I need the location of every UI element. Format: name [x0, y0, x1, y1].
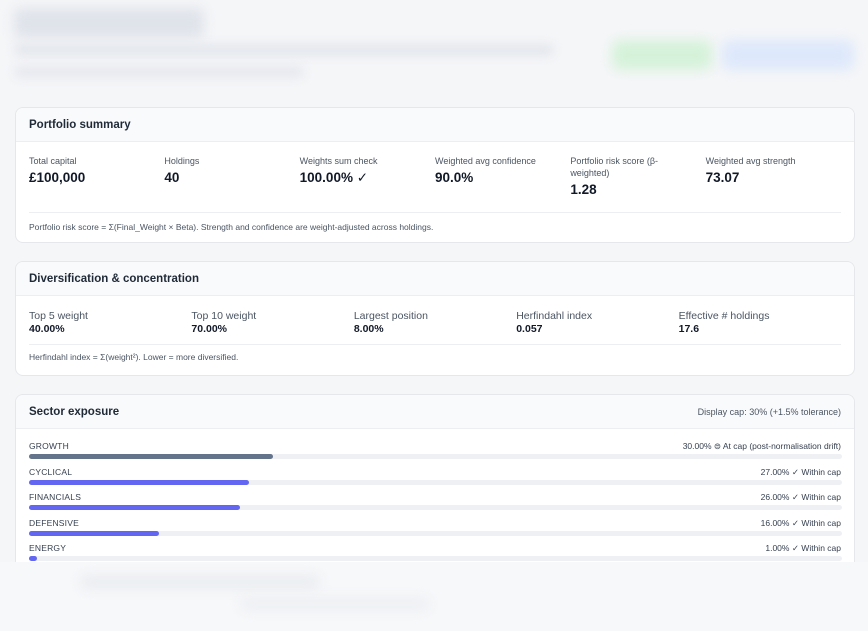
blurred-footer-text	[80, 575, 320, 589]
diversification-stats: Top 5 weight 40.00% Top 10 weight 70.00%…	[16, 296, 854, 344]
stat-holdings: Holdings 40	[164, 155, 299, 212]
stat-label: Weighted avg confidence	[434, 156, 536, 166]
sector-row-header: FINANCIALS 26.00% ✓ Within cap	[29, 492, 841, 503]
stat-value: 40.00%	[29, 323, 65, 335]
stat-label: Top 10 weight	[191, 310, 257, 322]
stat-label: Portfolio risk score (β-weighted)	[570, 156, 659, 178]
stat-weights-sum: Weights sum check 100.00% ✓	[300, 155, 435, 212]
stat-value: 1.28	[570, 182, 597, 197]
card-title: Portfolio summary	[29, 118, 131, 131]
sector-bar-track	[29, 530, 842, 536]
summary-footnote: Portfolio risk score = Σ(Final_Weight × …	[29, 212, 841, 232]
stat-total-capital: Total capital £100,000	[29, 155, 164, 212]
sector-bar-track	[29, 505, 842, 510]
stat-label: Total capital	[29, 156, 77, 166]
stat-value: 40	[164, 170, 180, 185]
sector-row-header: DEFENSIVE 16.00% ✓ Within cap	[29, 518, 841, 529]
stat-effective-holdings: Effective # holdings 17.6	[679, 310, 841, 344]
diversification-card: Diversification & concentration Top 5 we…	[15, 261, 855, 376]
sector-row: DEFENSIVE 16.00% ✓ Within cap	[29, 518, 842, 544]
sector-row-header: CYCLICAL 27.00% ✓ Within cap	[29, 467, 841, 478]
portfolio-summary-header: Portfolio summary	[16, 108, 854, 142]
sector-bar-fill	[29, 454, 273, 459]
sector-bar-track	[29, 556, 842, 561]
stat-label: Largest position	[353, 310, 428, 322]
stat-top5-weight: Top 5 weight 40.00%	[29, 310, 191, 344]
blurred-primary-button[interactable]	[722, 40, 854, 70]
card-title: Sector exposure	[29, 405, 120, 418]
diversification-header: Diversification & concentration	[16, 262, 854, 296]
page-header	[0, 0, 868, 95]
sector-name: GROWTH	[29, 441, 69, 451]
card-title: Diversification & concentration	[29, 272, 199, 285]
blurred-action-button[interactable]	[612, 40, 712, 70]
blurred-logo	[14, 8, 204, 38]
sector-bar-fill	[29, 479, 249, 485]
stat-value: 100.00% ✓	[299, 170, 369, 185]
sector-bar-fill	[29, 530, 160, 536]
sector-status: 1.00% ✓ Within cap	[765, 543, 841, 553]
stat-avg-confidence: Weighted avg confidence 90.0%	[435, 155, 570, 212]
sector-bar-track	[29, 479, 842, 485]
sector-status: 27.00% ✓ Within cap	[760, 466, 841, 477]
sector-bar-fill	[29, 556, 38, 561]
sector-row-header: ENERGY 1.00% ✓ Within cap	[29, 543, 841, 554]
stat-value: 0.057	[516, 323, 543, 335]
sector-exposure-header: Sector exposure Display cap: 30% (+1.5% …	[16, 395, 854, 429]
sector-status: 30.00% ⊜ At cap (post-normalisation drif…	[682, 441, 841, 451]
sector-row-header: GROWTH 30.00% ⊜ At cap (post-normalisatio…	[29, 441, 841, 452]
diversification-footnote: Herfindahl index = Σ(weight²). Lower = m…	[29, 344, 841, 362]
stat-label: Weights sum check	[299, 156, 378, 166]
sector-row: GROWTH 30.00% ⊜ At cap (post-normalisatio…	[29, 441, 842, 467]
stat-value: 8.00%	[353, 323, 384, 335]
blurred-footer	[0, 562, 868, 631]
sector-status: 16.00% ✓ Within cap	[760, 517, 841, 528]
stat-herfindahl: Herfindahl index 0.057	[516, 310, 678, 344]
sector-row: CYCLICAL 27.00% ✓ Within cap	[29, 467, 842, 493]
stat-avg-strength: Weighted avg strength 73.07	[706, 155, 841, 212]
sector-bar-track	[29, 454, 842, 459]
stat-label: Herfindahl index	[516, 310, 593, 322]
sector-status: 26.00% ✓ Within cap	[760, 492, 841, 502]
sector-name: FINANCIALS	[29, 492, 82, 502]
blurred-subtitle-2	[14, 66, 304, 78]
display-cap-note: Display cap: 30% (+1.5% tolerance)	[697, 406, 841, 417]
stat-value: 17.6	[678, 323, 700, 335]
stat-value: 70.00%	[191, 323, 228, 335]
blurred-subtitle	[14, 44, 554, 56]
stat-label: Holdings	[164, 156, 200, 166]
stat-value: 90.0%	[434, 170, 474, 185]
blurred-footer-text-2	[240, 598, 430, 610]
stat-label: Top 5 weight	[29, 310, 88, 322]
stat-label: Weighted avg strength	[705, 156, 796, 166]
sector-list: GROWTH 30.00% ⊜ At cap (post-normalisatio…	[16, 429, 854, 566]
sector-name: ENERGY	[29, 543, 67, 553]
stat-largest-position: Largest position 8.00%	[354, 310, 516, 344]
sector-name: CYCLICAL	[29, 466, 73, 477]
sector-bar-fill	[29, 505, 241, 510]
sector-row: FINANCIALS 26.00% ✓ Within cap	[29, 492, 842, 518]
summary-stats: Total capital £100,000 Holdings 40 Weigh…	[16, 142, 854, 212]
stat-label: Effective # holdings	[678, 310, 770, 322]
stat-risk-score: Portfolio risk score (β-weighted) 1.28	[570, 155, 705, 212]
sector-exposure-card: Sector exposure Display cap: 30% (+1.5% …	[15, 394, 855, 566]
sector-name: DEFENSIVE	[29, 517, 79, 528]
stat-value: 73.07	[705, 170, 740, 185]
stat-value: £100,000	[29, 170, 86, 185]
stat-top10-weight: Top 10 weight 70.00%	[191, 310, 353, 344]
portfolio-summary-card: Portfolio summary Total capital £100,000…	[15, 107, 855, 243]
